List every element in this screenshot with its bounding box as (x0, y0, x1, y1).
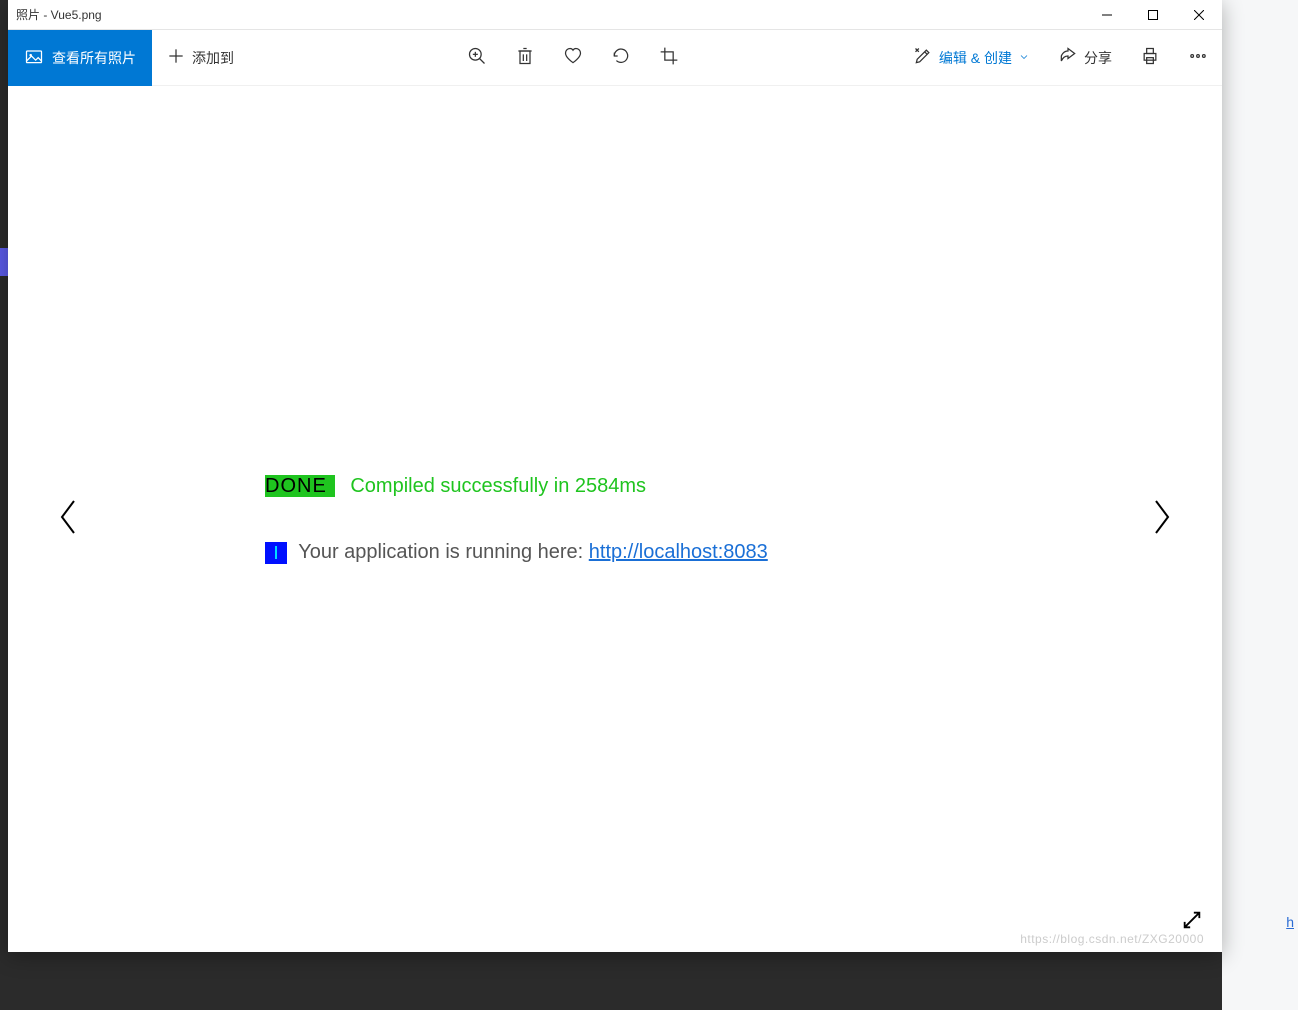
edit-create-button[interactable]: 编辑 & 创建 (899, 30, 1044, 86)
zoom-in-icon (467, 46, 487, 69)
expand-icon (1181, 909, 1203, 936)
titlebar-left: 照片 - Vue5.png (8, 6, 102, 23)
view-all-label: 查看所有照片 (52, 48, 136, 68)
print-icon (1140, 46, 1160, 69)
favorite-button[interactable] (549, 30, 597, 86)
add-to-button[interactable]: 添加到 (152, 30, 248, 86)
collection-icon (24, 46, 44, 69)
titlebar: 照片 - Vue5.png (8, 0, 1222, 30)
crop-icon (659, 46, 679, 69)
toolbar-right: 编辑 & 创建 分享 (899, 30, 1222, 86)
toolbar-center (453, 30, 693, 86)
background-strip (1222, 0, 1298, 1010)
add-to-label: 添加到 (192, 48, 234, 68)
crop-button[interactable] (645, 30, 693, 86)
next-button[interactable] (1142, 489, 1182, 549)
window-buttons (1084, 0, 1222, 30)
plus-icon (166, 46, 186, 69)
share-icon (1058, 46, 1078, 69)
rotate-button[interactable] (597, 30, 645, 86)
zoom-button[interactable] (453, 30, 501, 86)
running-message: Your application is running here: (293, 541, 589, 563)
more-icon (1188, 46, 1208, 69)
compile-message: Compiled successfully in 2584ms (345, 475, 646, 497)
window-title: 照片 - Vue5.png (16, 6, 102, 23)
share-label: 分享 (1084, 48, 1112, 68)
background-accent (0, 248, 8, 276)
more-button[interactable] (1174, 30, 1222, 86)
localhost-link: http://localhost:8083 (589, 541, 768, 563)
print-button[interactable] (1126, 30, 1174, 86)
maximize-button[interactable] (1130, 0, 1176, 30)
photos-window: 照片 - Vue5.png 查看所有照片 添加到 (8, 0, 1222, 952)
chevron-left-icon (56, 497, 80, 542)
trash-icon (515, 46, 535, 69)
previous-button[interactable] (48, 489, 88, 549)
fullscreen-button[interactable] (1176, 906, 1208, 938)
rotate-icon (611, 46, 631, 69)
close-button[interactable] (1176, 0, 1222, 30)
displayed-image: DONE Compiled successfully in 2584ms I Y… (265, 473, 965, 565)
background-link-fragment: h (1286, 914, 1294, 930)
edit-icon (913, 46, 933, 69)
image-viewer: DONE Compiled successfully in 2584ms I Y… (8, 86, 1222, 952)
heart-icon (563, 46, 583, 69)
chevron-right-icon (1150, 497, 1174, 542)
edit-create-label: 编辑 & 创建 (939, 48, 1012, 68)
view-all-photos-button[interactable]: 查看所有照片 (8, 30, 152, 86)
minimize-button[interactable] (1084, 0, 1130, 30)
toolbar: 查看所有照片 添加到 (8, 30, 1222, 86)
done-badge: DONE (265, 475, 335, 497)
share-button[interactable]: 分享 (1044, 30, 1126, 86)
delete-button[interactable] (501, 30, 549, 86)
chevron-down-icon (1018, 50, 1030, 66)
running-line: I Your application is running here: http… (265, 539, 965, 565)
info-badge: I (265, 542, 287, 564)
compile-status-line: DONE Compiled successfully in 2584ms (265, 473, 965, 499)
